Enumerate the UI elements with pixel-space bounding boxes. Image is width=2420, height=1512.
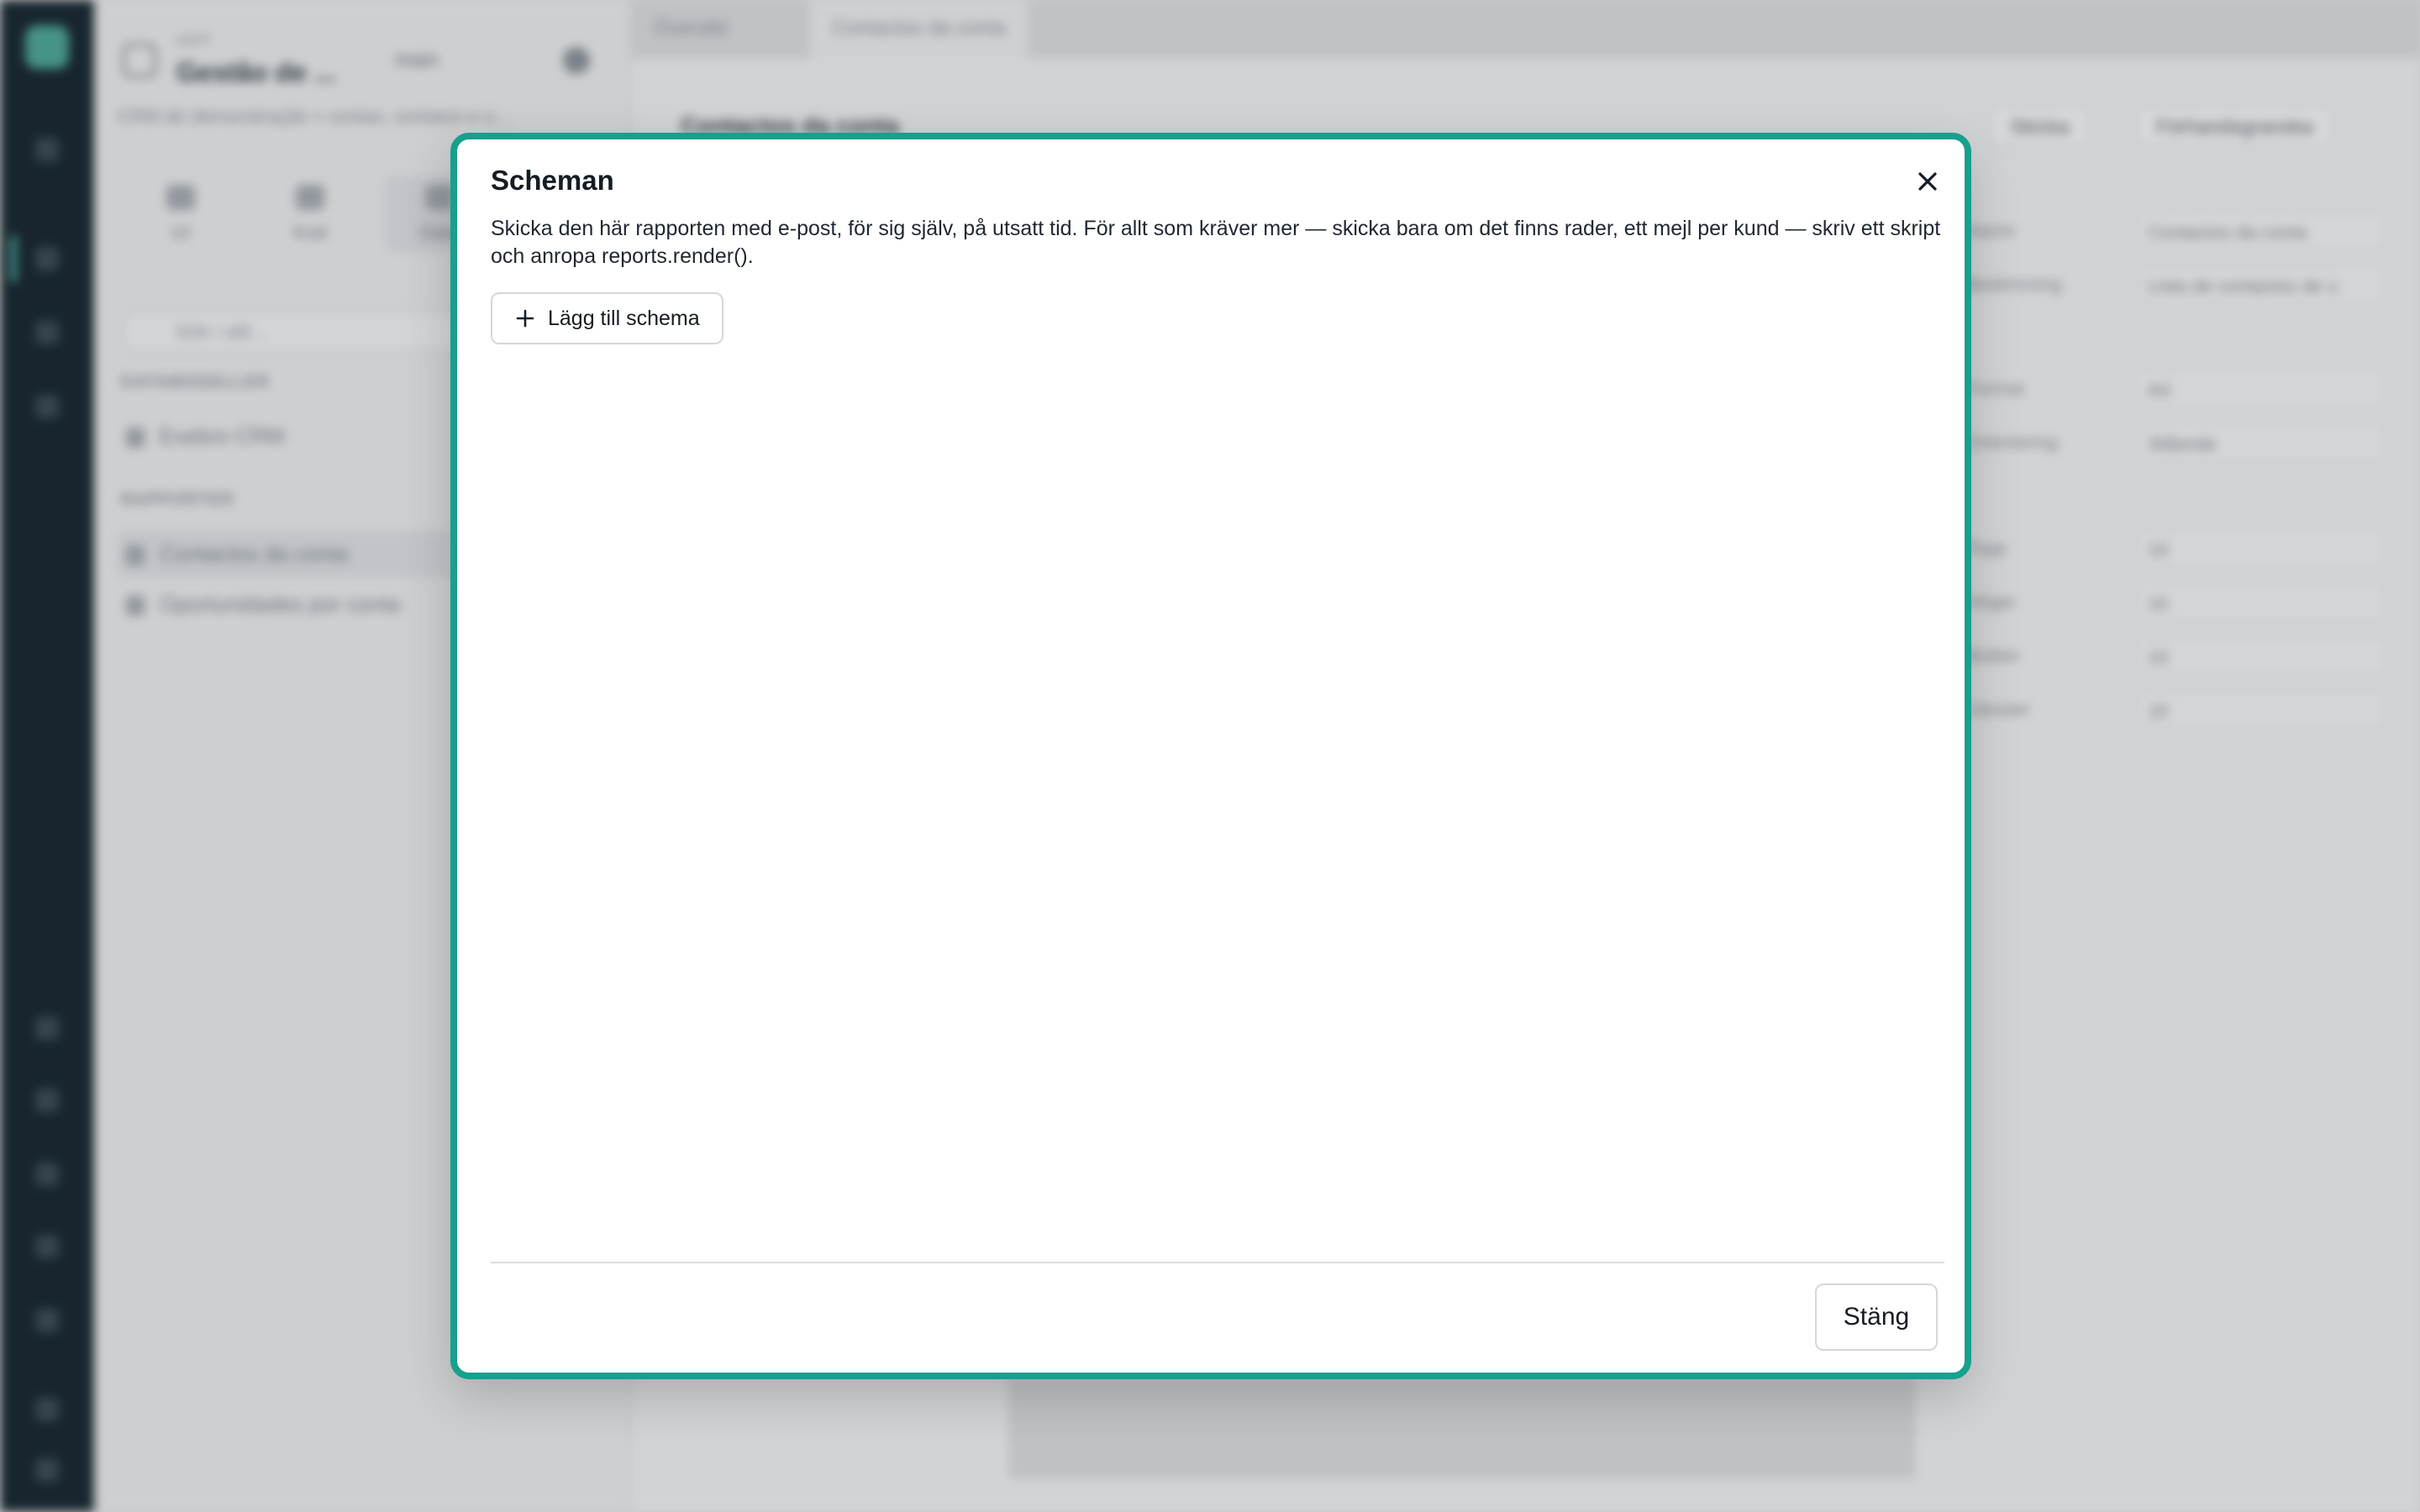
dialog-description: Skicka den här rapporten med e-post, för…: [491, 217, 1941, 268]
schedules-dialog: Scheman Skicka den här rapporten med e-p…: [450, 133, 1971, 1379]
add-schedule-label: Lägg till schema: [548, 306, 700, 330]
dialog-title: Scheman: [491, 165, 614, 196]
close-button[interactable]: Stäng: [1815, 1284, 1938, 1351]
dialog-divider: [491, 1262, 1944, 1263]
add-schedule-button[interactable]: Lägg till schema: [491, 292, 723, 344]
close-icon[interactable]: [1911, 165, 1944, 198]
plus-icon: [516, 309, 534, 328]
